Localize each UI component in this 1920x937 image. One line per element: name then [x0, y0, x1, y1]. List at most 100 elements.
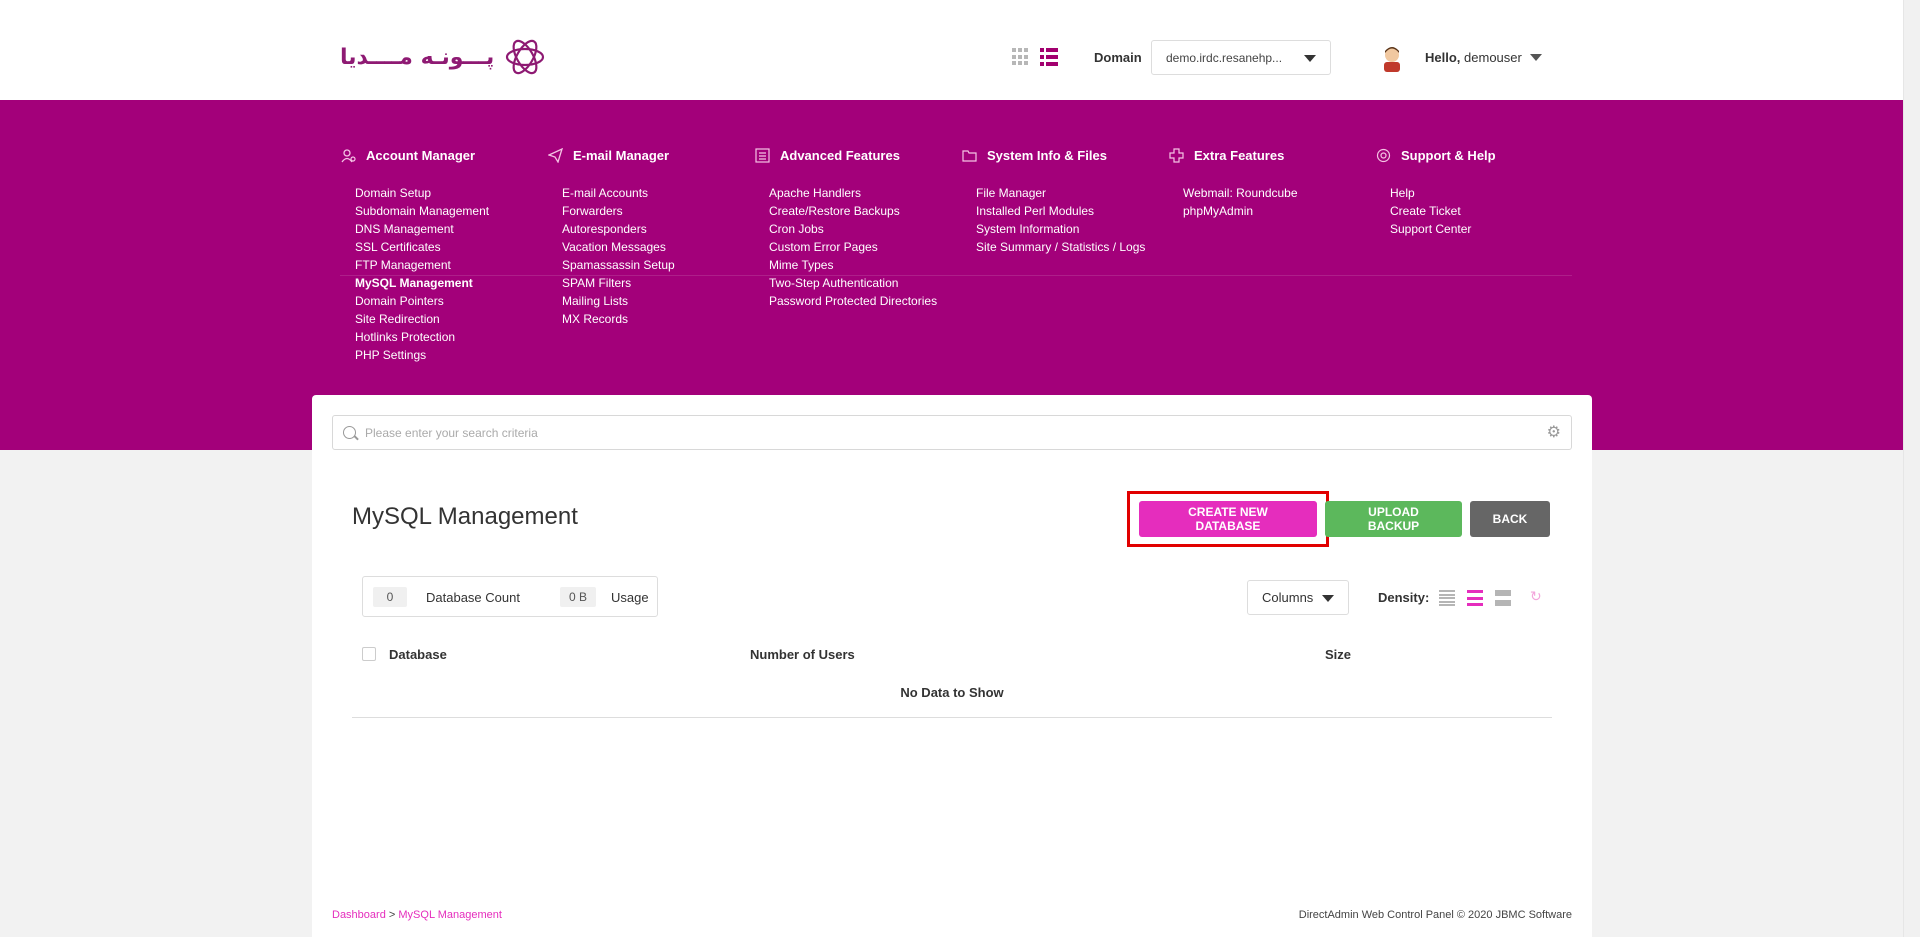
column-header-number-of-users[interactable]: Number of Users — [750, 647, 855, 662]
menu-item-site-redirection[interactable]: Site Redirection — [355, 310, 489, 328]
menu-item-subdomain-management[interactable]: Subdomain Management — [355, 202, 489, 220]
menu-heading-label: Support & Help — [1401, 147, 1496, 163]
create-new-database-button[interactable]: CREATE NEW DATABASE — [1139, 501, 1317, 537]
breadcrumb-dashboard[interactable]: Dashboard — [332, 909, 386, 921]
menu-item-apache-handlers[interactable]: Apache Handlers — [769, 184, 937, 202]
menu-item-password-protected-directories[interactable]: Password Protected Directories — [769, 292, 937, 310]
density-label: Density: — [1378, 590, 1430, 605]
breadcrumb-current[interactable]: MySQL Management — [398, 909, 502, 921]
columns-label: Columns — [1262, 590, 1314, 605]
menu-item-php-settings[interactable]: PHP Settings — [355, 346, 489, 364]
brand-logo[interactable]: پـــونـه مــــدیا — [340, 34, 548, 80]
menu-item-email-accounts[interactable]: E-mail Accounts — [562, 184, 675, 202]
menu-item-autoresponders[interactable]: Autoresponders — [562, 220, 675, 238]
menu-item-custom-error-pages[interactable]: Custom Error Pages — [769, 238, 937, 256]
empty-table-message: No Data to Show — [900, 685, 1004, 700]
column-header-size[interactable]: Size — [1325, 647, 1351, 662]
menu-item-support-center[interactable]: Support Center — [1390, 220, 1496, 238]
menu-item-create-restore-backups[interactable]: Create/Restore Backups — [769, 202, 937, 220]
menu-heading[interactable]: E-mail Manager — [547, 146, 675, 164]
refresh-icon[interactable]: ↻ — [1530, 588, 1542, 605]
list-icon — [754, 147, 770, 163]
menu-item-hotlinks-protection[interactable]: Hotlinks Protection — [355, 328, 489, 346]
usage-label: Usage — [611, 590, 649, 605]
chevron-down-icon — [1322, 595, 1334, 602]
menu-column-email-manager: E-mail Manager E-mail Accounts Forwarder… — [547, 146, 675, 328]
menu-divider — [340, 275, 1572, 276]
menu-heading[interactable]: Extra Features — [1168, 146, 1298, 164]
page-scrollbar[interactable] — [1903, 0, 1920, 937]
logo-text: پـــونـه مــــدیا — [340, 44, 495, 70]
menu-item-ftp-management[interactable]: FTP Management — [355, 256, 489, 274]
grid-view-icon[interactable] — [1012, 48, 1030, 66]
plus-icon — [1168, 147, 1184, 163]
back-button[interactable]: BACK — [1470, 501, 1550, 537]
menu-item-domain-pointers[interactable]: Domain Pointers — [355, 292, 489, 310]
menu-column-support-help: Support & Help Help Create Ticket Suppor… — [1375, 146, 1496, 238]
gear-icon[interactable]: ⚙ — [1547, 424, 1561, 442]
menu-item-phpmyadmin[interactable]: phpMyAdmin — [1183, 202, 1298, 220]
menu-item-spamassassin-setup[interactable]: Spamassassin Setup — [562, 256, 675, 274]
menu-heading[interactable]: Account Manager — [340, 146, 489, 164]
menu-item-spam-filters[interactable]: SPAM Filters — [562, 274, 675, 292]
menu-item-mime-types[interactable]: Mime Types — [769, 256, 937, 274]
menu-heading[interactable]: Advanced Features — [754, 146, 937, 164]
table-header: Database Number of Users Size — [352, 643, 1552, 673]
list-view-icon[interactable] — [1040, 48, 1058, 66]
menu-column-advanced-features: Advanced Features Apache Handlers Create… — [754, 146, 937, 310]
menu-item-dns-management[interactable]: DNS Management — [355, 220, 489, 238]
select-all-checkbox[interactable] — [362, 647, 376, 661]
chevron-down-icon — [1304, 55, 1316, 62]
lifebuoy-icon — [1375, 147, 1391, 163]
menu-item-system-information[interactable]: System Information — [976, 220, 1145, 238]
folder-icon — [961, 147, 977, 163]
density-normal-icon[interactable] — [1467, 590, 1483, 606]
user-greeting[interactable]: Hello, demouser — [1425, 50, 1522, 65]
greeting-text: Hello, — [1425, 50, 1461, 65]
menu-item-cron-jobs[interactable]: Cron Jobs — [769, 220, 937, 238]
top-header: پـــونـه مــــدیا Domain demo.irdc.resan… — [0, 0, 1903, 100]
menu-column-extra-features: Extra Features Webmail: Roundcube phpMyA… — [1168, 146, 1298, 220]
menu-item-file-manager[interactable]: File Manager — [976, 184, 1145, 202]
menu-heading[interactable]: Support & Help — [1375, 146, 1496, 164]
search-input[interactable] — [365, 424, 1515, 442]
menu-heading-label: E-mail Manager — [573, 147, 670, 163]
menu-item-installed-perl-modules[interactable]: Installed Perl Modules — [976, 202, 1145, 220]
paper-plane-icon — [547, 147, 563, 163]
menu-item-two-step-authentication[interactable]: Two-Step Authentication — [769, 274, 937, 292]
user-menu-chevron-icon[interactable] — [1530, 54, 1542, 61]
menu-item-mailing-lists[interactable]: Mailing Lists — [562, 292, 675, 310]
menu-item-webmail-roundcube[interactable]: Webmail: Roundcube — [1183, 184, 1298, 202]
logo-mark-icon — [506, 39, 545, 75]
search-bar: ⚙ — [332, 415, 1572, 450]
upload-backup-button[interactable]: UPLOAD BACKUP — [1325, 501, 1462, 537]
account-icon — [340, 147, 356, 163]
menu-heading-label: Advanced Features — [780, 147, 900, 163]
menu-item-forwarders[interactable]: Forwarders — [562, 202, 675, 220]
menu-heading[interactable]: System Info & Files — [961, 146, 1145, 164]
avatar[interactable] — [1380, 44, 1404, 72]
density-comfortable-icon[interactable] — [1495, 590, 1511, 606]
content-card: ⚙ MySQL Management CREATE NEW DATABASE U… — [312, 395, 1592, 937]
menu-item-ssl-certificates[interactable]: SSL Certificates — [355, 238, 489, 256]
column-header-database[interactable]: Database — [389, 647, 447, 662]
domain-select[interactable]: demo.irdc.resanehp... — [1151, 40, 1331, 75]
menu-item-site-summary[interactable]: Site Summary / Statistics / Logs — [976, 238, 1145, 256]
database-count-label: Database Count — [426, 590, 520, 605]
table-divider — [352, 717, 1552, 718]
menu-item-mysql-management[interactable]: MySQL Management — [355, 274, 489, 292]
breadcrumb: Dashboard > MySQL Management — [332, 909, 502, 921]
menu-item-vacation-messages[interactable]: Vacation Messages — [562, 238, 675, 256]
menu-item-create-ticket[interactable]: Create Ticket — [1390, 202, 1496, 220]
menu-column-system-info: System Info & Files File Manager Install… — [961, 146, 1145, 256]
density-compact-icon[interactable] — [1439, 590, 1455, 606]
usage-value: 0 B — [560, 587, 596, 607]
menu-heading-label: Account Manager — [366, 147, 476, 163]
menu-heading-label: System Info & Files — [987, 147, 1107, 163]
menu-item-help[interactable]: Help — [1390, 184, 1496, 202]
menu-item-mx-records[interactable]: MX Records — [562, 310, 675, 328]
username: demouser — [1464, 50, 1522, 65]
breadcrumb-separator: > — [388, 909, 396, 921]
menu-item-domain-setup[interactable]: Domain Setup — [355, 184, 489, 202]
columns-dropdown[interactable]: Columns — [1247, 580, 1349, 615]
